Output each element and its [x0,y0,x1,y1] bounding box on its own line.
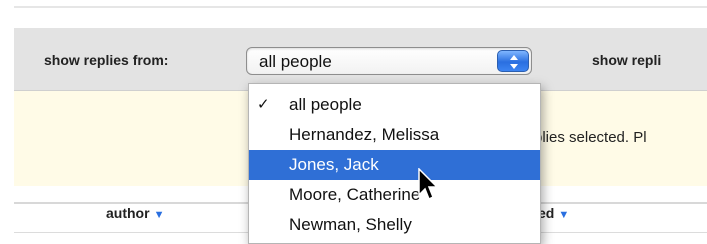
sort-arrow-icon[interactable]: ▼ [558,209,569,221]
menu-item-hernandez-melissa[interactable]: Hernandez, Melissa [249,120,540,150]
column-partial[interactable]: ed ▼ [538,205,569,221]
notice-text: plies selected. Pl [534,129,647,146]
menu-item-newman-shelly[interactable]: Newman, Shelly [249,210,540,240]
people-dropdown-menu[interactable]: ✓ all people Hernandez, Melissa Jones, J… [248,83,541,244]
replies-panel: show replies from: all people show repli… [14,0,707,244]
menu-item-label: Hernandez, Melissa [289,125,440,144]
menu-item-label: Jones, Jack [289,155,379,174]
menu-item-jones-jack[interactable]: Jones, Jack [249,150,540,180]
selected-value: all people [259,52,332,71]
mouse-pointer-icon [418,168,439,201]
show-replies-label-2: show repli [592,52,662,68]
menu-item-moore-catherine[interactable]: Moore, Catherine [249,180,540,210]
show-replies-from-label: show replies from: [44,52,169,68]
column-author-label: author [106,205,150,221]
replies-from-select[interactable]: all people [246,47,532,75]
menu-item-label: Newman, Shelly [289,215,412,234]
menu-item-label: Moore, Catherine [289,185,421,204]
menu-item-label: all people [289,95,362,114]
filter-bar: show replies from: all people show repli [14,28,707,91]
menu-item-all-people[interactable]: ✓ all people [249,90,540,120]
top-divider [14,6,707,8]
sort-arrow-icon[interactable]: ▼ [154,209,165,221]
checkmark-icon: ✓ [257,96,270,113]
column-author[interactable]: author ▼ [106,205,164,221]
popup-arrows-icon[interactable] [497,50,529,72]
